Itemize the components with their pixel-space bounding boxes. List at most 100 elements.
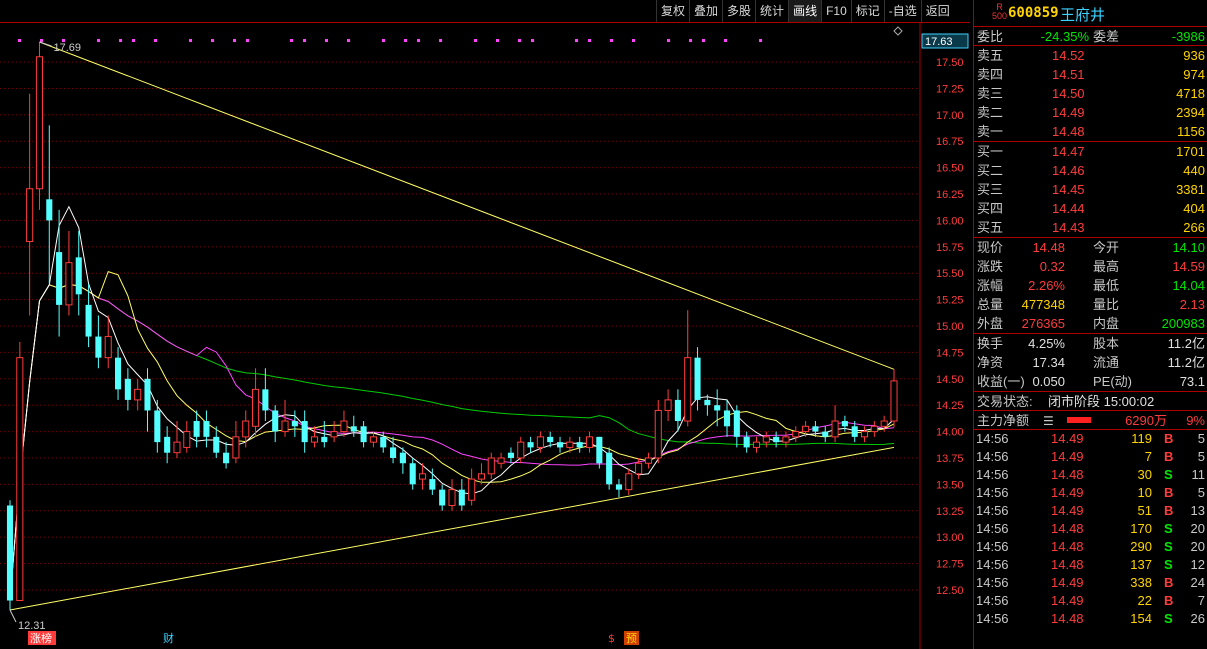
signal-dot xyxy=(154,39,157,42)
menu-icon[interactable]: ☰ xyxy=(1043,412,1054,431)
stat-label: 最高 xyxy=(1093,259,1120,274)
ask-row[interactable]: 卖三 14.50 4718 xyxy=(974,84,1207,103)
candle-body xyxy=(596,436,603,464)
signal-dot xyxy=(610,39,613,42)
candle-body xyxy=(733,410,740,437)
y-tick-label: 13.75 xyxy=(936,453,964,465)
stat-value: 11.2亿 xyxy=(1167,336,1205,351)
candle-body xyxy=(664,399,672,411)
stat-row: 涨跌 0.32 最高 14.59 xyxy=(974,257,1207,276)
candle-body xyxy=(556,442,564,448)
toolbar-item[interactable]: -自选 xyxy=(883,0,921,22)
bid-row[interactable]: 买二 14.46 440 xyxy=(974,161,1207,180)
tick-side: S xyxy=(1164,557,1173,572)
main-net-row[interactable]: 主力净额 ☰ 6290万 9% xyxy=(974,411,1207,430)
low-pointer xyxy=(9,609,17,623)
tick-time: 14:56 xyxy=(976,575,1009,590)
candle-body xyxy=(154,410,161,443)
y-tick-label: 12.75 xyxy=(936,559,964,571)
candle-body xyxy=(252,388,260,427)
candle-body xyxy=(330,431,338,438)
candle-body xyxy=(35,56,44,190)
signal-dot xyxy=(632,39,635,42)
tick-row: 14:56 14.48 137 S 12 xyxy=(974,556,1207,574)
stat-row: 换手 4.25% 股本 11.2亿 xyxy=(974,334,1207,353)
weicha-value: -3986 xyxy=(1171,29,1205,44)
candle-body xyxy=(281,420,289,433)
stat-label: 净资 xyxy=(977,355,1004,370)
ask-row[interactable]: 卖一 14.48 1156 xyxy=(974,122,1207,141)
toolbar-item[interactable]: F10 xyxy=(821,0,851,22)
ask-row[interactable]: 卖二 14.49 2394 xyxy=(974,103,1207,122)
candle-body xyxy=(507,452,514,458)
toolbar-item[interactable]: 统计 xyxy=(755,0,789,22)
trendline-upper xyxy=(39,41,895,370)
candle-body xyxy=(144,378,151,411)
candle-body xyxy=(752,441,761,448)
kline-chart-svg[interactable]: 17.50 17.25 17.00 16.75 16.50 16.25 16.00 15.75… xyxy=(0,22,970,649)
candle-body xyxy=(65,262,73,306)
toolbar-item[interactable]: 画线 xyxy=(788,0,822,22)
level-label: 买二 xyxy=(977,163,1004,178)
stat-value: 14.48 xyxy=(1032,240,1065,255)
stat-value: 73.1 xyxy=(1179,374,1205,389)
candle-body xyxy=(321,436,328,443)
y-tick-label: 15.50 xyxy=(936,268,964,280)
tick-row: 14:56 14.49 119 B 5 xyxy=(974,430,1207,448)
level-volume: 1701 xyxy=(1176,144,1205,159)
stat-label: 现价 xyxy=(977,240,1004,255)
kline-chart[interactable]: 17.50 17.25 17.00 16.75 16.50 16.25 16.00 15.75… xyxy=(0,22,970,649)
stock-name[interactable]: 王府井 xyxy=(1060,4,1105,25)
candle-body xyxy=(487,457,495,475)
tick-side: B xyxy=(1164,449,1174,464)
candle-body xyxy=(380,436,387,448)
level-price: 14.47 xyxy=(1052,144,1085,159)
signal-dot xyxy=(347,39,350,42)
current-price-value: 17.63 xyxy=(925,36,953,48)
tick-list[interactable]: 14:56 14.49 119 B 5 14:56 14.49 7 B 5 14:56 14.48 30… xyxy=(974,430,1207,628)
bid-row[interactable]: 买五 14.43 266 xyxy=(974,218,1207,237)
y-tick-label: 16.25 xyxy=(936,189,964,201)
tick-count: 12 xyxy=(1190,557,1205,572)
stat-value: 14.10 xyxy=(1172,240,1205,255)
candle-body xyxy=(56,252,63,305)
bid-row[interactable]: 买一 14.47 1701 xyxy=(974,142,1207,161)
tick-side: S xyxy=(1164,611,1173,626)
toolbar-item[interactable]: 标记 xyxy=(850,0,884,22)
bid-row[interactable]: 买四 14.44 404 xyxy=(974,199,1207,218)
y-tick-label: 16.50 xyxy=(936,163,964,175)
tick-price: 14.48 xyxy=(1051,521,1084,536)
weibi-row: 委比 -24.35% 委差 -3986 xyxy=(974,27,1207,46)
signal-dot xyxy=(667,39,670,42)
bid-row[interactable]: 买三 14.45 3381 xyxy=(974,180,1207,199)
candle-body xyxy=(16,357,24,601)
tick-row: 14:56 14.48 170 S 20 xyxy=(974,520,1207,538)
toolbar-item[interactable]: 复权 xyxy=(656,0,690,22)
candle-body xyxy=(203,421,210,437)
tick-volume: 119 xyxy=(1131,431,1152,446)
y-tick-label: 17.50 xyxy=(936,57,964,69)
tick-count: 26 xyxy=(1190,611,1205,626)
level-price: 14.48 xyxy=(1052,124,1085,139)
diamond-icon xyxy=(893,26,903,36)
candle-body xyxy=(439,489,446,506)
toolbar-item[interactable]: 叠加 xyxy=(689,0,723,22)
toolbar-item[interactable]: 返回 xyxy=(920,0,954,22)
toolbar-item[interactable]: 多股 xyxy=(722,0,756,22)
stat-label: 今开 xyxy=(1093,240,1120,255)
level-volume: 936 xyxy=(1183,48,1205,63)
level-label: 买一 xyxy=(977,144,1004,159)
candle-body xyxy=(95,336,102,358)
level-volume: 3381 xyxy=(1176,182,1205,197)
signal-dot xyxy=(531,39,534,42)
event-marker: 预 xyxy=(626,632,637,645)
tick-volume: 22 xyxy=(1137,593,1152,608)
candle-body xyxy=(585,436,594,448)
stat-value: 14.59 xyxy=(1172,259,1205,274)
ask-row[interactable]: 卖五 14.52 936 xyxy=(974,46,1207,65)
ask-row[interactable]: 卖四 14.51 974 xyxy=(974,65,1207,84)
y-tick-label: 15.25 xyxy=(936,295,964,307)
tick-time: 14:56 xyxy=(976,467,1009,482)
candle-body xyxy=(606,452,613,485)
signal-dot xyxy=(724,39,727,42)
